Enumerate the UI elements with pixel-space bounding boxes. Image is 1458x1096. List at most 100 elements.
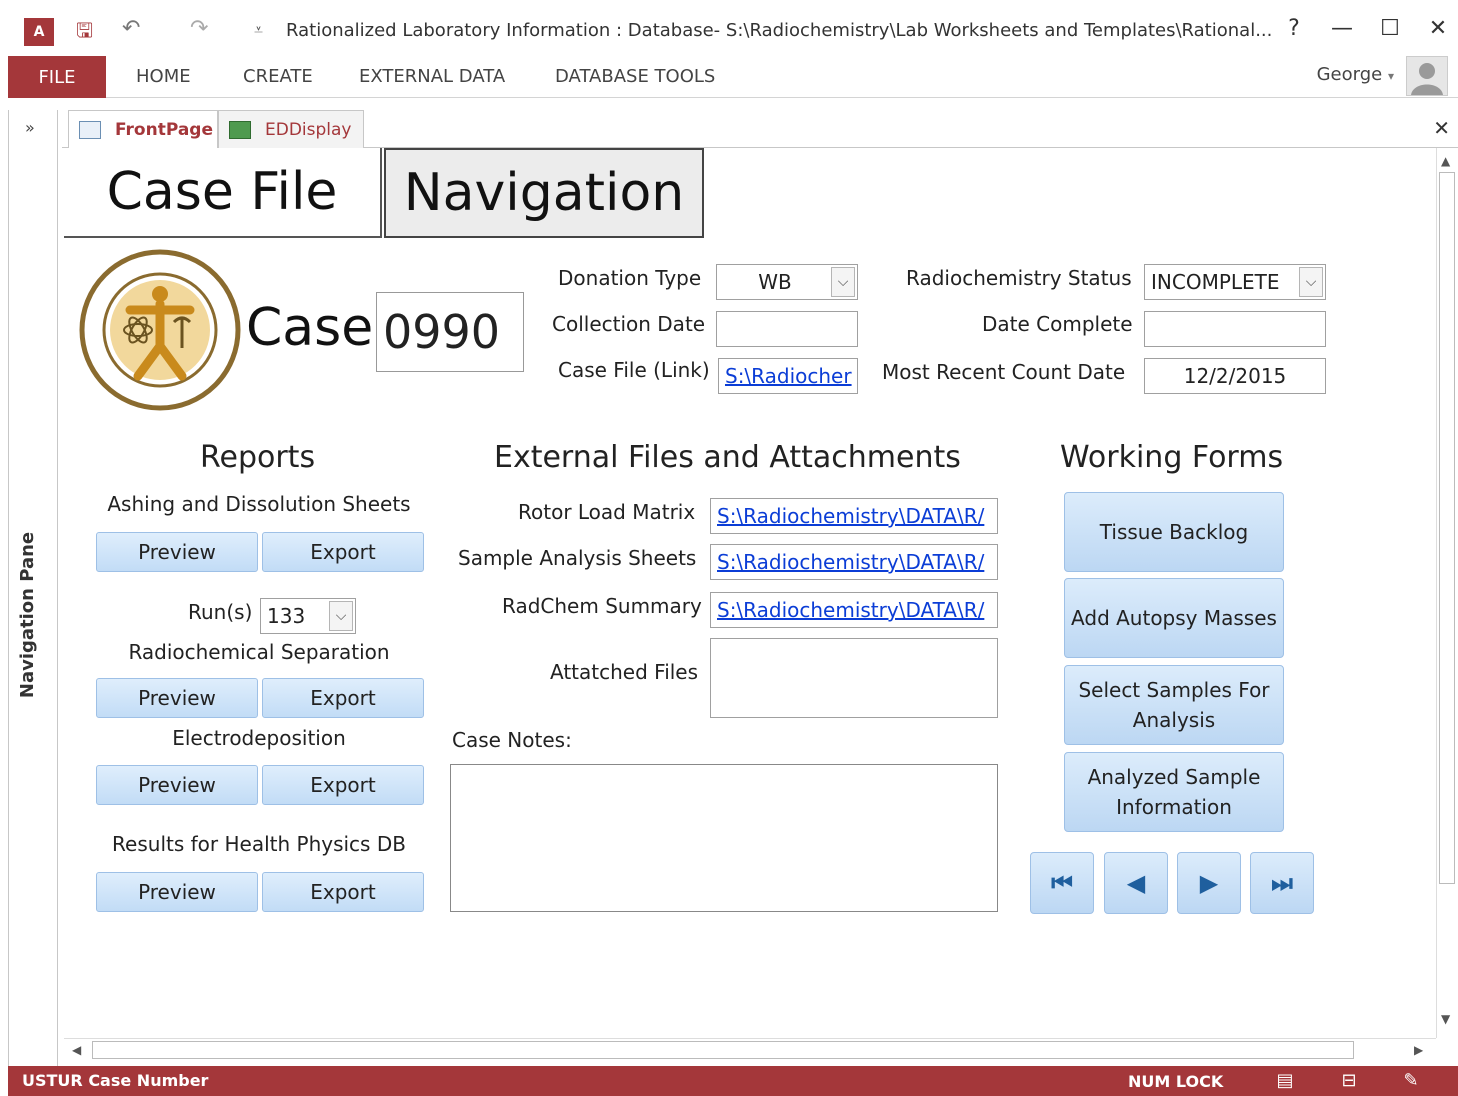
- access-app-icon[interactable]: A: [24, 18, 54, 46]
- window-title: Rationalized Laboratory Information : Da…: [286, 20, 1273, 41]
- scroll-up-icon[interactable]: ▲: [1441, 154, 1450, 168]
- electro-preview-button[interactable]: Preview: [96, 765, 258, 805]
- date-complete-field[interactable]: [1144, 311, 1326, 347]
- attached-files-box[interactable]: [710, 638, 998, 718]
- last-record-button[interactable]: ⏭: [1250, 852, 1314, 914]
- add-autopsy-masses-button[interactable]: Add Autopsy Masses: [1064, 578, 1284, 658]
- attached-files-label: Attatched Files: [550, 660, 699, 684]
- tab-external-data[interactable]: EXTERNAL DATA: [359, 66, 505, 87]
- scroll-down-icon[interactable]: ▼: [1441, 1012, 1450, 1026]
- recent-count-field[interactable]: 12/2/2015: [1144, 358, 1326, 394]
- case-file-link-label: Case File (Link): [558, 358, 710, 382]
- chevron-down-icon[interactable]: ⌵: [329, 601, 353, 631]
- recent-count-label: Most Recent Count Date: [882, 360, 1126, 384]
- case-label: Case: [246, 298, 374, 358]
- next-record-button[interactable]: ▶: [1177, 852, 1241, 914]
- layout-view-icon[interactable]: ⊟: [1336, 1070, 1362, 1092]
- hpdb-export-button[interactable]: Export: [262, 872, 424, 912]
- date-complete-label: Date Complete: [982, 312, 1133, 336]
- tab-file[interactable]: FILE: [8, 56, 106, 98]
- ashing-export-button[interactable]: Export: [262, 532, 424, 572]
- design-view-icon[interactable]: ✎: [1398, 1070, 1424, 1092]
- donation-type-label: Donation Type: [558, 266, 702, 290]
- tab-frontpage[interactable]: FrontPage: [68, 110, 218, 148]
- tab-create[interactable]: CREATE: [243, 66, 313, 87]
- undo-icon[interactable]: ↶: [122, 16, 140, 41]
- case-notes-label: Case Notes:: [452, 728, 572, 752]
- next-record-icon: ▶: [1199, 869, 1219, 897]
- save-icon[interactable]: 🖫: [76, 16, 93, 50]
- form-icon: [79, 120, 101, 139]
- scroll-right-icon[interactable]: ▶: [1414, 1043, 1423, 1057]
- hpdb-preview-button[interactable]: Preview: [96, 872, 258, 912]
- previous-record-icon: ◀: [1126, 869, 1146, 897]
- close-button[interactable]: ✕: [1418, 16, 1458, 41]
- maximize-button[interactable]: ☐: [1370, 16, 1410, 41]
- tab-eddisplay[interactable]: EDDisplay: [218, 110, 364, 148]
- status-bar: USTUR Case Number NUM LOCK ▤ ⊟ ✎: [8, 1066, 1458, 1096]
- analyzed-sample-info-button[interactable]: Analyzed Sample Information: [1064, 752, 1284, 832]
- case-file-link[interactable]: S:\Radiocher: [718, 358, 858, 394]
- case-file-tab[interactable]: Case File: [64, 148, 382, 238]
- redo-icon[interactable]: ↷: [190, 16, 208, 41]
- reports-heading: Reports: [200, 440, 316, 475]
- navigation-tab[interactable]: Navigation: [384, 148, 704, 238]
- horizontal-scrollbar[interactable]: ◀ ▶: [64, 1038, 1436, 1062]
- case-notes-field[interactable]: [450, 764, 998, 912]
- hpdb-label: Results for Health Physics DB: [112, 832, 406, 856]
- collection-date-field[interactable]: [716, 311, 858, 347]
- chevron-down-icon[interactable]: ⌵: [831, 267, 855, 297]
- first-record-button[interactable]: ⏮: [1030, 852, 1094, 914]
- chevron-down-icon[interactable]: ⌵: [1299, 267, 1323, 297]
- radsep-export-button[interactable]: Export: [262, 678, 424, 718]
- vertical-scrollbar[interactable]: ▲ ▼: [1436, 148, 1458, 1038]
- navigation-pane[interactable]: » Navigation Pane: [8, 110, 58, 1066]
- radchem-summary-link[interactable]: S:\Radiochemistry\DATA\R/: [710, 592, 998, 628]
- rotor-load-label: Rotor Load Matrix: [518, 500, 696, 524]
- radchem-status-label: Radiochemistry Status: [906, 266, 1132, 290]
- sample-analysis-link[interactable]: S:\Radiochemistry\DATA\R/: [710, 544, 998, 580]
- num-lock-indicator: NUM LOCK: [1128, 1072, 1224, 1091]
- customize-qat-icon[interactable]: ⩡: [254, 20, 263, 40]
- form-view-icon[interactable]: ▤: [1272, 1070, 1298, 1092]
- collection-date-label: Collection Date: [552, 312, 706, 336]
- expand-nav-pane-icon[interactable]: »: [25, 118, 35, 137]
- select-samples-button[interactable]: Select Samples For Analysis: [1064, 665, 1284, 745]
- previous-record-button[interactable]: ◀: [1104, 852, 1168, 914]
- title-bar: A 🖫 ↶ ↷ ⩡ Rationalized Laboratory Inform…: [0, 0, 1458, 56]
- close-document-icon[interactable]: ✕: [1433, 116, 1450, 140]
- tissue-backlog-button[interactable]: Tissue Backlog: [1064, 492, 1284, 572]
- document-tabs: FrontPage EDDisplay ✕: [62, 110, 1458, 148]
- horizontal-scroll-thumb[interactable]: [92, 1041, 1354, 1059]
- radsep-preview-button[interactable]: Preview: [96, 678, 258, 718]
- scroll-left-icon[interactable]: ◀: [72, 1043, 81, 1057]
- ashing-label: Ashing and Dissolution Sheets: [107, 492, 411, 516]
- radchem-summary-label: RadChem Summary: [502, 594, 702, 618]
- rotor-load-link[interactable]: S:\Radiochemistry\DATA\R/: [710, 498, 998, 534]
- radchem-status-select[interactable]: INCOMPLETE ⌵: [1144, 264, 1326, 300]
- form-icon: [229, 120, 251, 139]
- electro-export-button[interactable]: Export: [262, 765, 424, 805]
- case-number-field[interactable]: 0990: [376, 292, 524, 372]
- front-page-form: Case File Navigation Case 0990 Donation …: [64, 148, 1436, 1038]
- ustur-seal-logo: [78, 248, 242, 412]
- tab-database-tools[interactable]: DATABASE TOOLS: [555, 66, 715, 87]
- electro-label: Electrodeposition: [172, 726, 346, 750]
- runs-select[interactable]: 133 ⌵: [260, 598, 356, 634]
- status-text: USTUR Case Number: [22, 1071, 209, 1090]
- working-forms-heading: Working Forms: [1060, 440, 1284, 475]
- radsep-label: Radiochemical Separation: [128, 640, 390, 664]
- runs-label: Run(s): [188, 600, 253, 624]
- vertical-scroll-thumb[interactable]: [1439, 172, 1455, 884]
- help-button[interactable]: ?: [1274, 16, 1314, 41]
- first-record-icon: ⏮: [1051, 869, 1073, 897]
- user-name[interactable]: George ▾: [1317, 64, 1394, 85]
- avatar[interactable]: [1406, 56, 1448, 96]
- sample-analysis-label: Sample Analysis Sheets: [458, 546, 697, 570]
- tab-home[interactable]: HOME: [136, 66, 191, 87]
- external-files-heading: External Files and Attachments: [494, 440, 961, 475]
- donation-type-select[interactable]: WB ⌵: [716, 264, 858, 300]
- ashing-preview-button[interactable]: Preview: [96, 532, 258, 572]
- minimize-button[interactable]: —: [1322, 16, 1362, 41]
- ribbon-tabs: FILE HOME CREATE EXTERNAL DATA DATABASE …: [8, 56, 1458, 98]
